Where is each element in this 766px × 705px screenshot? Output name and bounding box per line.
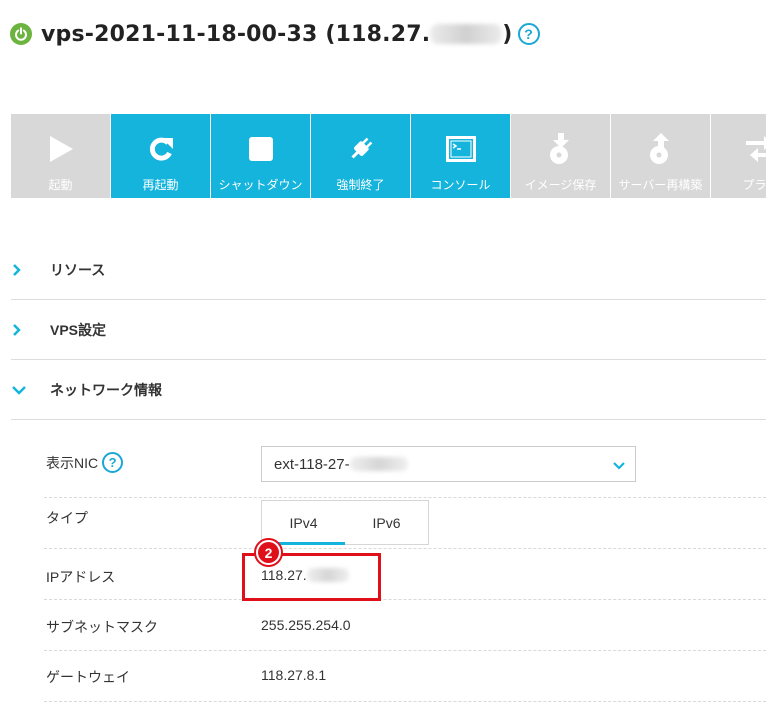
subnet-value: 255.255.254.0 [261,617,351,633]
type-label: タイプ [46,510,88,526]
server-rebuild-button-label: サーバー再構築 [618,178,703,192]
gateway-label: ゲートウェイ [46,669,130,685]
force-stop-button[interactable]: 強制終了 [311,114,410,198]
shutdown-button[interactable]: シャットダウン [211,114,310,198]
chevron-down-icon [11,385,41,395]
ip-address-row: IPアドレス 118.27. [44,549,766,600]
tab-ipv4[interactable]: IPv4 [262,501,345,545]
image-save-button[interactable]: イメージ保存 [511,114,610,198]
redacted-nic-part [349,457,408,471]
server-name: vps-2021-11-18-00-33 (118.27. [41,21,431,47]
section-network-info[interactable]: ネットワーク情報 [11,360,766,420]
restart-button-label: 再起動 [142,178,179,192]
power-icon [10,23,32,45]
title-suffix: ) [502,21,513,47]
plan-change-button-label: プラン [742,178,766,192]
server-header: vps-2021-11-18-00-33 (118.27.) ? [10,18,540,50]
chevron-right-icon [11,323,41,336]
stop-icon [246,134,276,164]
redacted-ip-part [430,23,503,44]
help-icon[interactable]: ? [517,23,540,45]
chevron-right-icon [11,263,41,276]
start-button-label: 起動 [48,178,73,192]
page-title: vps-2021-11-18-00-33 (118.27.) [41,22,513,47]
restart-button[interactable]: 再起動 [111,114,210,198]
gateway-row: ゲートウェイ 118.27.8.1 [44,651,766,702]
force-stop-button-label: 強制終了 [336,178,385,192]
nic-select[interactable]: ext-118-27- [261,446,636,482]
plan-change-icon [745,134,766,164]
image-save-icon [546,133,576,164]
server-rebuild-button[interactable]: サーバー再構築 [611,114,710,198]
nic-label: 表示NIC [46,454,99,471]
subnet-row: サブネットマスク 255.255.254.0 [44,600,766,651]
section-resource-label: リソース [50,261,106,278]
nic-select-value: ext-118-27- [274,455,350,473]
plan-change-button[interactable]: プラン [711,114,766,198]
gateway-value: 118.27.8.1 [261,667,327,683]
chevron-down-icon [613,458,625,475]
console-button[interactable]: コンソール [411,114,510,198]
section-vps-settings-label: VPS設定 [50,321,107,338]
action-toolbar: 起動 再起動 シャットダウン 強制終了 コンソール イメージ保存 サーバー再構築… [11,114,766,198]
image-save-button-label: イメージ保存 [524,178,597,192]
ip-address-label: IPアドレス [46,569,116,585]
server-rebuild-icon [646,133,676,164]
help-icon[interactable]: ? [102,452,124,473]
tab-ipv6[interactable]: IPv6 [345,501,428,544]
section-resource[interactable]: リソース [11,240,766,300]
step-number: 2 [258,542,279,563]
nic-key: 表示NIC ? [46,452,124,473]
subnet-label: サブネットマスク [46,619,158,635]
restart-icon [146,134,176,164]
ip-version-tabs: IPv4 IPv6 [261,500,429,545]
start-button[interactable]: 起動 [11,114,110,198]
step-badge: 2 [254,538,283,567]
section-network-info-label: ネットワーク情報 [50,381,162,398]
plug-icon [346,134,376,164]
play-icon [46,134,76,164]
section-vps-settings[interactable]: VPS設定 [11,300,766,360]
nic-row: 表示NIC ? ext-118-27- [44,442,766,498]
shutdown-button-label: シャットダウン [218,178,303,192]
console-button-label: コンソール [430,178,491,192]
console-icon [445,134,476,164]
type-row: タイプ IPv4 IPv6 [44,498,766,549]
